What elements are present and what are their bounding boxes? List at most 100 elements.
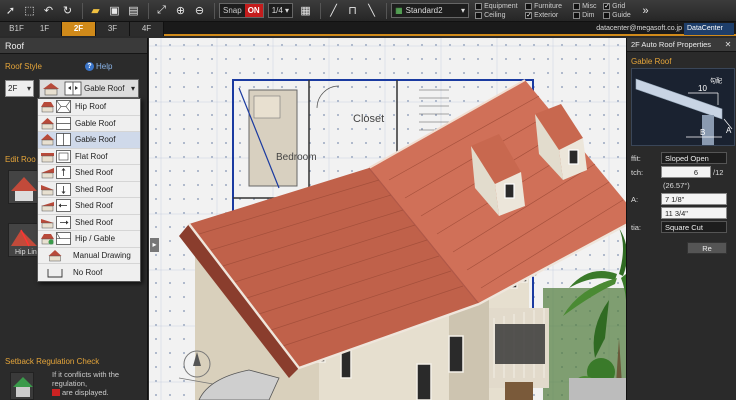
help-link[interactable]: ? Help bbox=[85, 62, 112, 71]
roof-style-menu: Hip Roof Gable Roof Gable Roof Flat Roof… bbox=[37, 98, 141, 282]
eaves-label: Eave bbox=[15, 196, 31, 203]
diagram-a-label: A bbox=[726, 126, 732, 135]
option-guide[interactable]: Guide bbox=[603, 11, 633, 20]
dimension-icon[interactable]: ⊓ bbox=[344, 2, 361, 19]
option-equipment[interactable]: Equipment bbox=[475, 2, 523, 11]
zoom-in-icon[interactable]: ⊕ bbox=[172, 2, 189, 19]
menu-item-hip-gable[interactable]: Hip / Gable bbox=[38, 231, 140, 248]
menu-item-hip-roof[interactable]: Hip Roof bbox=[38, 99, 140, 116]
menu-item-manual-drawing[interactable]: Manual Drawing bbox=[38, 248, 140, 264]
setback-house-icon bbox=[13, 377, 33, 397]
option-furniture[interactable]: Furniture bbox=[525, 2, 571, 11]
soffit-select[interactable]: Sloped Open bbox=[661, 152, 727, 164]
expand-toolbar-icon[interactable]: » bbox=[637, 2, 654, 19]
checkbox-icon bbox=[603, 11, 611, 19]
canvas-scene: Closet Bedroom bbox=[149, 38, 626, 400]
roof-style-label: Roof Style bbox=[5, 62, 42, 71]
fascia-row: tia: Square Cut bbox=[627, 221, 736, 234]
chevron-down-icon: ▾ bbox=[130, 84, 135, 93]
account-tab[interactable]: DataCenter bbox=[684, 23, 734, 35]
grid-fraction-value: 1/4 bbox=[271, 6, 283, 15]
gable-roof-icon bbox=[41, 117, 54, 129]
ruler-icon[interactable]: ╱ bbox=[325, 2, 342, 19]
b-input[interactable]: 11 3/4" bbox=[661, 207, 727, 219]
redo-icon[interactable]: ↻ bbox=[59, 2, 76, 19]
room-bedroom-label: Bedroom bbox=[276, 152, 317, 163]
close-icon[interactable]: ✕ bbox=[723, 40, 733, 50]
help-icon: ? bbox=[85, 62, 94, 71]
save-icon[interactable]: ▣ bbox=[106, 2, 123, 19]
hip-gable-plan-icon bbox=[56, 232, 71, 246]
open-folder-icon[interactable]: ▰ bbox=[87, 2, 104, 19]
flat-roof-icon bbox=[41, 152, 54, 162]
reset-button[interactable]: Re bbox=[687, 242, 727, 254]
roof-diagram: 10 勾配 A B bbox=[631, 68, 735, 146]
setback-title: Setback Regulation Check bbox=[5, 357, 100, 366]
setback-thumbnail[interactable] bbox=[10, 372, 34, 400]
checkbox-icon bbox=[475, 11, 483, 19]
roof-profile-diagram: 10 勾配 A B bbox=[635, 77, 733, 145]
flat-plan-icon bbox=[56, 149, 71, 163]
display-options: Equipment Furniture Misc ✓ Grid Ceiling ✓… bbox=[475, 2, 633, 20]
arrow-down-icon bbox=[56, 182, 71, 196]
properties-title: 2F Auto Roof Properties bbox=[627, 38, 736, 52]
menu-item-no-roof[interactable]: No Roof bbox=[38, 264, 140, 281]
menu-item-gable-roof-2[interactable]: Gable Roof bbox=[38, 132, 140, 149]
snap-state: ON bbox=[244, 4, 263, 17]
gable-plan-icon bbox=[64, 81, 82, 96]
hip-gable-icon bbox=[41, 234, 54, 245]
edit-roof-label: Edit Roo bbox=[5, 155, 36, 164]
room-closet-label: Closet bbox=[353, 113, 384, 125]
properties-panel: 2F Auto Roof Properties ✕ Gable Roof 10 … bbox=[626, 38, 736, 400]
menu-item-shed-roof-up[interactable]: Shed Roof bbox=[38, 165, 140, 182]
manual-draw-icon bbox=[48, 249, 62, 261]
fascia-label: tia: bbox=[631, 223, 642, 232]
tab-4f[interactable]: 4F bbox=[130, 22, 164, 36]
drawing-canvas[interactable]: Closet Bedroom bbox=[149, 38, 626, 400]
select-area-icon[interactable]: ⬚ bbox=[21, 2, 38, 19]
option-exterior[interactable]: ✓ Exterior bbox=[525, 11, 571, 20]
menu-item-shed-roof-right[interactable]: Shed Roof bbox=[38, 215, 140, 231]
floor-select[interactable]: 2F bbox=[5, 80, 34, 97]
diagram-run-label: 10 bbox=[698, 84, 707, 93]
a-input[interactable]: 7 1/8" bbox=[661, 193, 727, 205]
arrow-left-icon bbox=[56, 199, 71, 213]
tab-2f[interactable]: 2F bbox=[62, 22, 96, 36]
checkbox-icon bbox=[525, 2, 533, 10]
fit-view-icon[interactable]: ⤢ bbox=[153, 2, 170, 19]
select-arrow-icon[interactable]: ➚ bbox=[2, 2, 19, 19]
menu-item-gable-roof-1[interactable]: Gable Roof bbox=[38, 116, 140, 132]
option-misc[interactable]: Misc bbox=[573, 2, 601, 11]
conflict-marker-icon bbox=[52, 389, 60, 396]
checkbox-checked-icon: ✓ bbox=[525, 11, 533, 19]
diagram-pitch-label: 勾配 bbox=[710, 77, 722, 85]
panel-toggle-arrow[interactable]: ▸ bbox=[150, 238, 159, 252]
option-grid[interactable]: ✓ Grid bbox=[603, 2, 633, 11]
shed-roof-icon bbox=[41, 218, 54, 228]
undo-icon[interactable]: ↶ bbox=[40, 2, 57, 19]
fascia-select[interactable]: Square Cut bbox=[661, 221, 727, 233]
user-email: datacenter@megasoft.co.jp bbox=[596, 25, 682, 32]
pitch-input[interactable]: 6 bbox=[661, 166, 711, 178]
print-icon[interactable]: ▤ bbox=[125, 2, 142, 19]
view-preset-value: Standard2 bbox=[405, 6, 443, 15]
tab-3f[interactable]: 3F bbox=[96, 22, 130, 36]
tab-1f[interactable]: 1F bbox=[28, 22, 62, 36]
option-ceiling[interactable]: Ceiling bbox=[475, 11, 523, 20]
grid-fraction-select[interactable]: 1/4 ▾ bbox=[267, 3, 294, 18]
zoom-out-icon[interactable]: ⊖ bbox=[191, 2, 208, 19]
menu-item-shed-roof-left[interactable]: Shed Roof bbox=[38, 198, 140, 215]
panel-title: Roof bbox=[0, 38, 147, 54]
roof-style-select[interactable]: Gable Roof ▾ bbox=[39, 79, 139, 98]
line-tool-icon[interactable]: ╲ bbox=[363, 2, 380, 19]
view-preset-select[interactable]: ▦ Standard2 ▾ bbox=[391, 3, 470, 18]
menu-item-shed-roof-down[interactable]: Shed Roof bbox=[38, 182, 140, 198]
snap-toggle[interactable]: Snap ON bbox=[219, 3, 264, 18]
a-label: A: bbox=[631, 195, 639, 204]
menu-item-flat-roof[interactable]: Flat Roof bbox=[38, 149, 140, 165]
option-dim[interactable]: Dim bbox=[573, 11, 601, 20]
grid-pattern-icon[interactable]: ▦ bbox=[297, 2, 314, 19]
roof-style-value: Gable Roof bbox=[84, 84, 125, 93]
pitch-label: tch: bbox=[631, 168, 644, 177]
checkbox-icon bbox=[475, 2, 483, 10]
